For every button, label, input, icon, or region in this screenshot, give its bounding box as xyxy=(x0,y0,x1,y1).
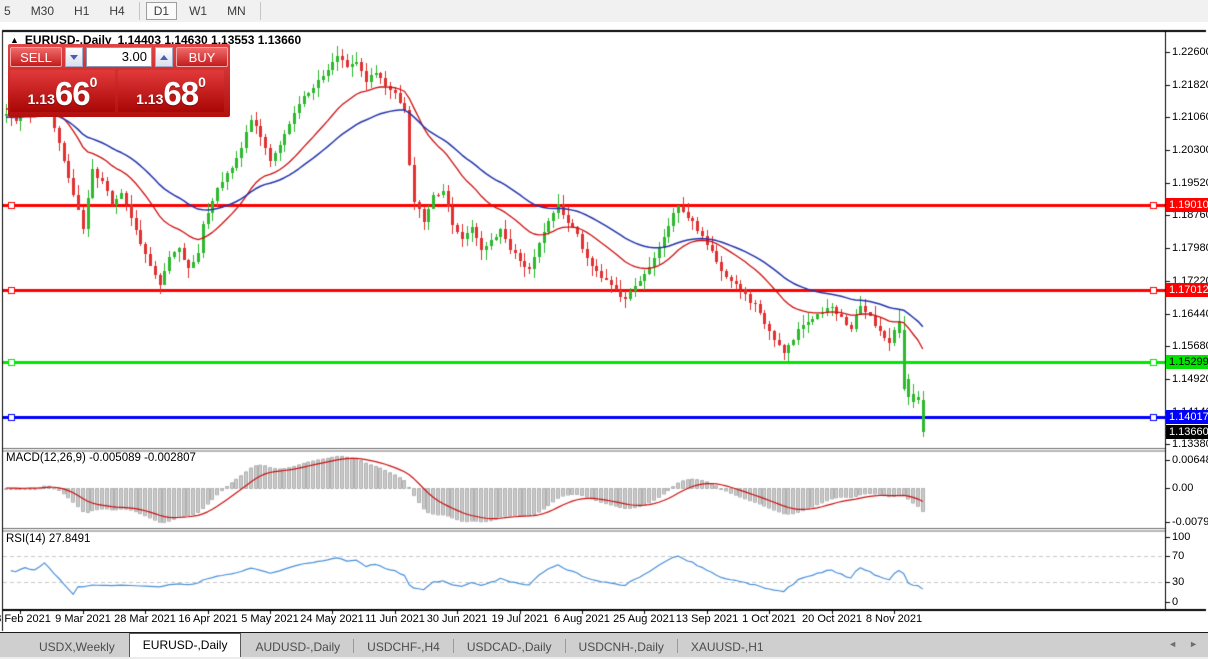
tab-scroll-arrows: ◄ ► xyxy=(1168,639,1198,649)
macd-axis-label: 0.006485 xyxy=(1172,454,1208,466)
price-axis-label: 1.15680 xyxy=(1172,340,1208,352)
price-axis-label: 1.22600 xyxy=(1172,46,1208,58)
rsi-axis-label: 70 xyxy=(1172,550,1184,562)
macd-axis-label: 0.00 xyxy=(1172,482,1193,494)
tab-scroll-right-icon[interactable]: ► xyxy=(1189,639,1198,649)
tab-usdx-weekly[interactable]: USDX,Weekly xyxy=(26,637,128,657)
macd-caption: MACD(12,26,9) -0.005089 -0.002807 xyxy=(6,452,196,464)
rsi-axis-label: 30 xyxy=(1172,576,1184,588)
date-axis-label: 20 Oct 2021 xyxy=(802,613,862,625)
current-price-badge: 1.13660 xyxy=(1166,425,1208,439)
date-axis-label: 6 Aug 2021 xyxy=(554,613,610,625)
ask-price-small: 1.13 xyxy=(136,89,163,109)
date-axis-label: 8 Nov 2021 xyxy=(866,613,922,625)
date-axis-label: 18 Feb 2021 xyxy=(0,613,51,625)
price-axis-label: 1.13380 xyxy=(1172,438,1208,450)
price-axis-label: 1.17980 xyxy=(1172,242,1208,254)
ask-price-sup: 0 xyxy=(198,76,206,88)
rsi-value: 27.8491 xyxy=(49,533,91,545)
date-axis-label: 19 Jul 2021 xyxy=(492,613,549,625)
bid-price-sup: 0 xyxy=(90,76,98,88)
bid-price-big: 66 xyxy=(55,79,90,109)
date-axis-label: 30 Jun 2021 xyxy=(427,613,488,625)
tab-usdcad-daily[interactable]: USDCAD-,Daily xyxy=(454,637,565,657)
triangle-up-icon xyxy=(160,55,168,60)
sell-button[interactable]: SELL xyxy=(10,47,62,67)
date-axis-label: 5 May 2021 xyxy=(241,613,298,625)
one-click-trading-panel: SELL 3.00 BUY 1.13660 1.13680 xyxy=(8,44,230,117)
triangle-down-icon xyxy=(70,55,78,60)
rsi-axis-label: 100 xyxy=(1172,531,1190,543)
hline-price-badge: 1.14017 xyxy=(1166,410,1208,424)
macd-axis-label: -0.007947 xyxy=(1172,516,1208,528)
hline-price-badge: 1.15299 xyxy=(1166,355,1208,369)
date-axis-label: 16 Apr 2021 xyxy=(178,613,237,625)
price-axis-label: 1.16440 xyxy=(1172,308,1208,320)
tab-eurusd-daily[interactable]: EURUSD-,Daily xyxy=(129,633,242,657)
date-axis-label: 1 Oct 2021 xyxy=(742,613,796,625)
date-axis-label: 11 Jun 2021 xyxy=(365,613,425,625)
date-axis-label: 13 Sep 2021 xyxy=(676,613,738,625)
tab-usdchf-h4[interactable]: USDCHF-,H4 xyxy=(354,637,453,657)
volume-increase-button[interactable] xyxy=(155,47,173,67)
ask-price-box[interactable]: 1.13680 xyxy=(118,70,224,112)
date-axis-label: 28 Mar 2021 xyxy=(114,613,176,625)
date-axis-label: 24 May 2021 xyxy=(300,613,364,625)
macd-values: -0.005089 -0.002807 xyxy=(89,452,196,464)
bid-price-small: 1.13 xyxy=(28,89,55,109)
price-axis-label: 1.21820 xyxy=(1172,79,1208,91)
rsi-caption: RSI(14) 27.8491 xyxy=(6,533,90,545)
tab-usdcnh-daily[interactable]: USDCNH-,Daily xyxy=(566,637,677,657)
tab-scroll-left-icon[interactable]: ◄ xyxy=(1168,639,1177,649)
price-axis-label: 1.19520 xyxy=(1172,177,1208,189)
hline-price-badge: 1.17012 xyxy=(1166,283,1208,297)
tab-xauusd-h1[interactable]: XAUUSD-,H1 xyxy=(678,637,777,657)
bid-price-box[interactable]: 1.13660 xyxy=(10,70,115,112)
hline-price-badge: 1.19010 xyxy=(1166,198,1208,212)
buy-button[interactable]: BUY xyxy=(176,47,228,67)
tab-audusd-daily[interactable]: AUDUSD-,Daily xyxy=(242,637,353,657)
rsi-axis-label: 0 xyxy=(1172,596,1178,608)
volume-input[interactable]: 3.00 xyxy=(86,47,152,67)
trading-terminal-window: 5M30H1H4D1W1MN ▲ EURUSD-,Daily 1.14403 1… xyxy=(0,0,1208,659)
date-axis-label: 25 Aug 2021 xyxy=(613,613,675,625)
price-axis-label: 1.21060 xyxy=(1172,111,1208,123)
volume-decrease-button[interactable] xyxy=(65,47,83,67)
price-axis-label: 1.14920 xyxy=(1172,373,1208,385)
date-axis-label: 9 Mar 2021 xyxy=(55,613,111,625)
ask-price-big: 68 xyxy=(163,79,198,109)
price-axis-label: 1.20300 xyxy=(1172,144,1208,156)
chart-tab-bar: USDX,WeeklyEURUSD-,DailyAUDUSD-,DailyUSD… xyxy=(0,632,1208,657)
